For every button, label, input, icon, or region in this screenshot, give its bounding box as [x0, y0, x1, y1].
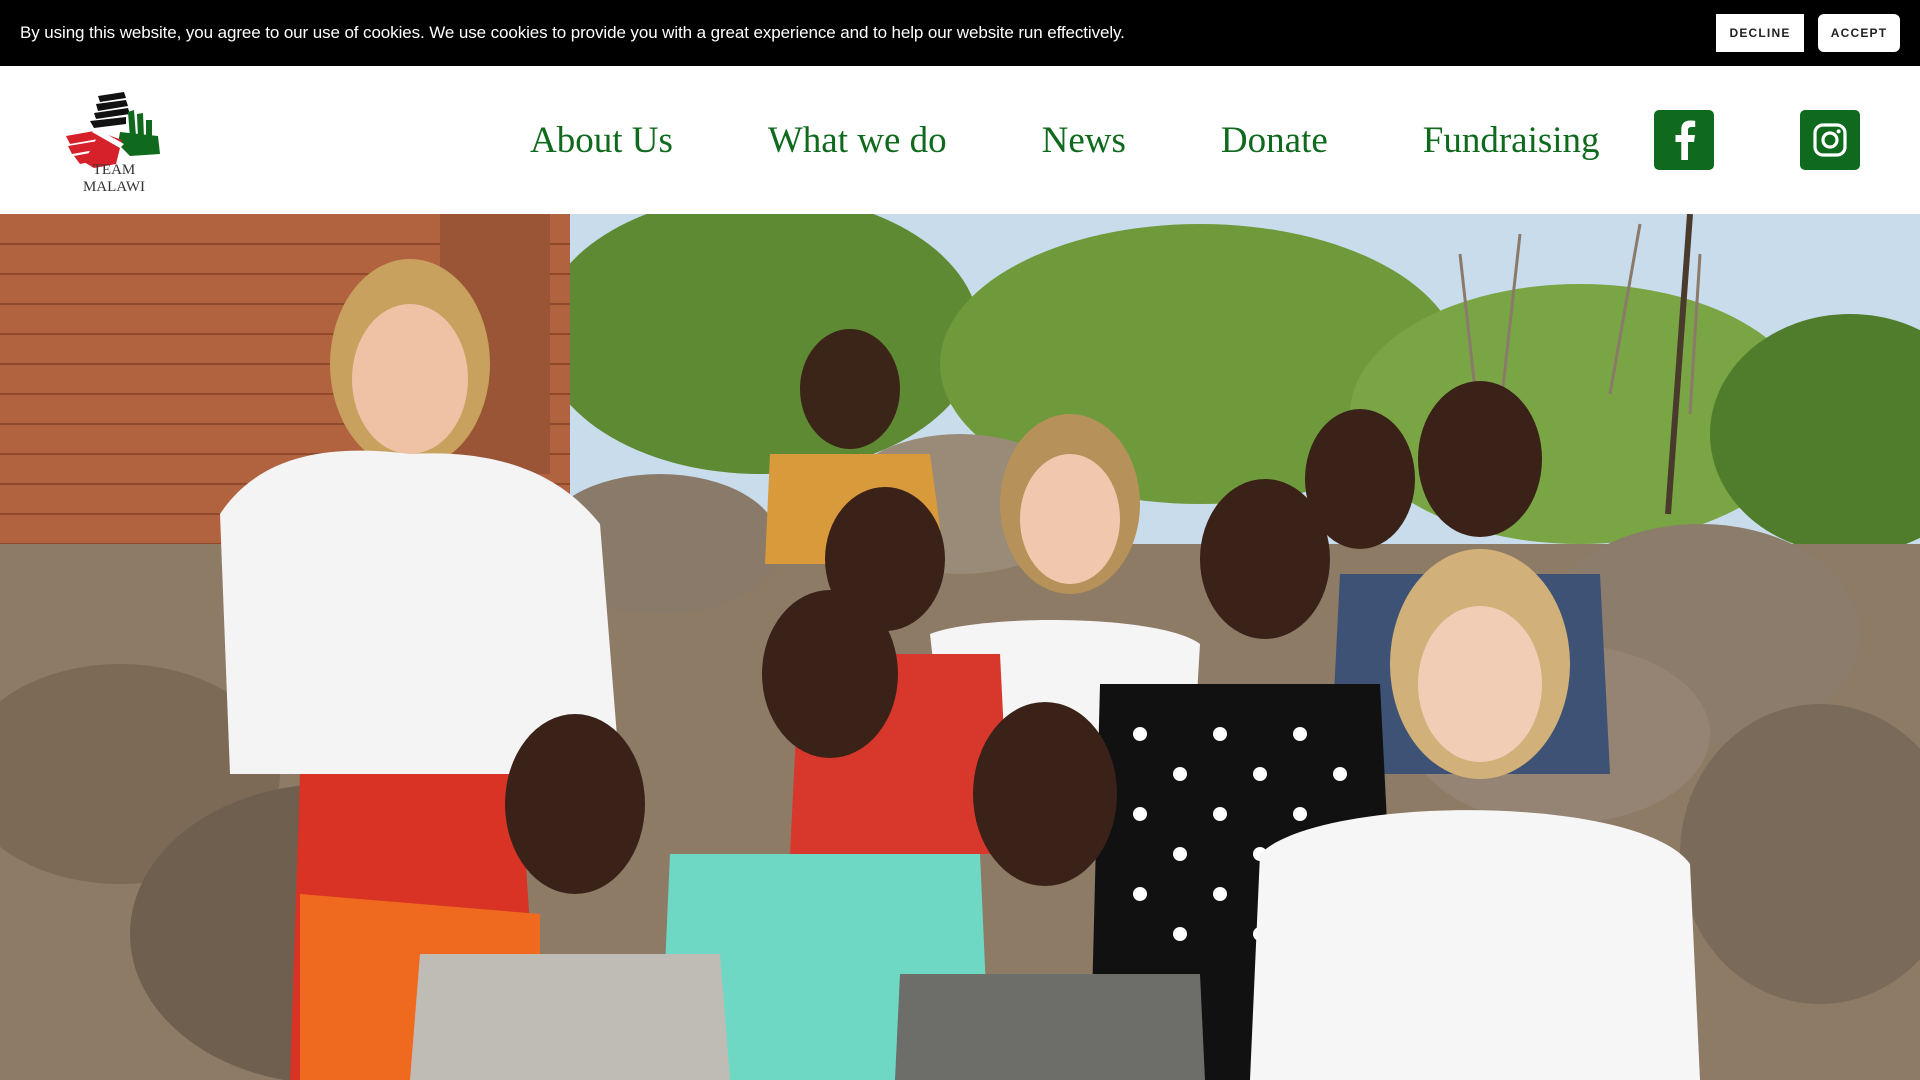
nav-donate[interactable]: Donate	[1221, 119, 1328, 162]
site-logo[interactable]: TEAM MALAWI	[60, 84, 168, 196]
instagram-link[interactable]	[1800, 110, 1860, 170]
hero-image	[0, 214, 1920, 1080]
team-malawi-logo-mark	[66, 92, 160, 168]
nav-about-us[interactable]: About Us	[530, 119, 673, 162]
facebook-icon	[1675, 120, 1696, 160]
cookie-banner-text: By using this website, you agree to our …	[20, 23, 1125, 42]
decline-cookies-button[interactable]: Decline	[1716, 14, 1804, 52]
instagram-icon	[1813, 123, 1847, 157]
cookie-banner: By using this website, you agree to our …	[0, 0, 1920, 66]
accept-cookies-button[interactable]: Accept	[1818, 14, 1900, 52]
facebook-link[interactable]	[1654, 110, 1714, 170]
hero-photo	[0, 214, 1920, 1080]
nav-news[interactable]: News	[1042, 119, 1126, 162]
nav-fundraising[interactable]: Fundraising	[1423, 119, 1600, 162]
nav-what-we-do[interactable]: What we do	[768, 119, 947, 162]
logo-wordmark: TEAM MALAWI	[82, 162, 146, 195]
main-navigation: About Us What we do News Donate Fundrais…	[530, 66, 1600, 214]
site-header: TEAM MALAWI About Us What we do News Don…	[0, 66, 1920, 214]
